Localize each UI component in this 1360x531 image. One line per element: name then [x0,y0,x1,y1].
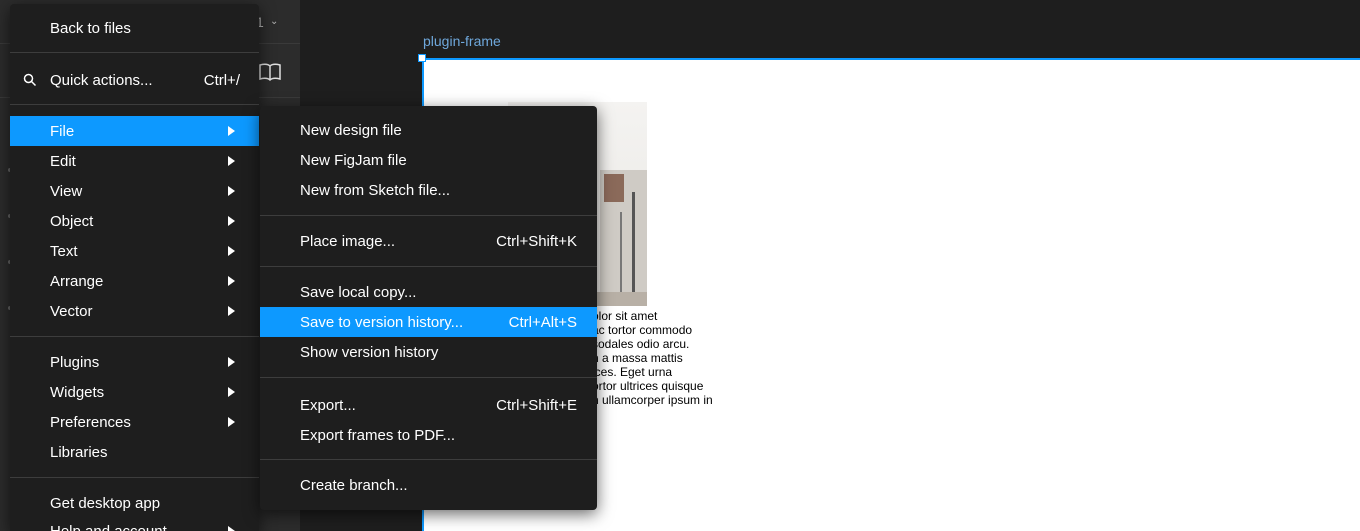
menu-item-view[interactable]: View [10,176,259,206]
frame-label[interactable]: plugin-frame [423,33,501,49]
shortcut-label: Ctrl+Alt+S [508,313,577,331]
menu-item-label: Text [50,242,78,260]
file-submenu: New design file New FigJam file New from… [260,106,597,510]
menu-item-libraries[interactable]: Libraries [10,437,259,467]
menu-separator [10,336,259,337]
search-icon [23,73,37,87]
menu-separator [260,215,597,216]
menu-item-label: Save local copy... [300,283,417,301]
submenu-arrow-icon [228,126,235,136]
menu-item-label: Place image... [300,232,396,250]
text-line: ices. Eget urna [592,365,673,379]
menu-item-label: New from Sketch file... [300,181,451,199]
export-item[interactable]: Export... Ctrl+Shift+E [260,390,597,420]
submenu-arrow-icon [228,246,235,256]
menu-item-label: Create branch... [300,476,408,494]
menu-item-label: Help and account [50,522,167,531]
resize-handle[interactable] [418,54,426,62]
new-from-sketch-item[interactable]: New from Sketch file... [260,175,597,205]
menu-item-label: Widgets [50,383,105,401]
menu-item-widgets[interactable]: Widgets [10,377,259,407]
submenu-arrow-icon [228,387,235,397]
menu-item-label: View [50,182,83,200]
main-menu: Back to files Quick actions... Ctrl+/ Fi… [10,4,259,531]
shortcut-label: Ctrl+Shift+E [496,396,577,414]
menu-item-label: Edit [50,152,76,170]
menu-item-label: Back to files [50,19,131,37]
quick-actions-item[interactable]: Quick actions... Ctrl+/ [10,65,259,95]
submenu-arrow-icon [228,357,235,367]
submenu-arrow-icon [228,216,235,226]
text-line: n ullamcorper ipsum in [592,393,713,407]
save-local-copy-item[interactable]: Save local copy... [260,277,597,307]
submenu-arrow-icon [228,306,235,316]
shortcut-label: Ctrl+/ [203,71,240,89]
menu-item-label: File [50,122,75,140]
menu-item-label: Preferences [50,413,131,431]
chevron-down-icon[interactable]: ⌄ [270,16,278,27]
menu-item-arrange[interactable]: Arrange [10,266,259,296]
menu-item-text[interactable]: Text [10,236,259,266]
menu-item-label: Quick actions... [50,71,153,89]
frame-body-text[interactable]: olor sit amet ac tortor commodo sodales … [592,309,732,407]
menu-item-label: Arrange [50,272,104,290]
menu-separator [10,104,259,105]
menu-item-label: New FigJam file [300,151,407,169]
menu-item-label: Libraries [50,443,108,461]
menu-item-label: Plugins [50,353,100,371]
help-and-account-item[interactable]: Help and account [10,516,259,531]
menu-item-label: Export frames to PDF... [300,426,456,444]
show-version-history-item[interactable]: Show version history [260,337,597,367]
book-icon[interactable] [259,63,281,81]
menu-separator [10,477,259,478]
text-line: sodales odio arcu. [592,337,690,351]
submenu-arrow-icon [228,156,235,166]
menu-item-edit[interactable]: Edit [10,146,259,176]
menu-separator [260,377,597,378]
menu-item-object[interactable]: Object [10,206,259,236]
new-figjam-file-item[interactable]: New FigJam file [260,145,597,175]
new-design-file-item[interactable]: New design file [260,115,597,145]
place-image-item[interactable]: Place image... Ctrl+Shift+K [260,226,597,256]
menu-separator [260,459,597,460]
menu-item-plugins[interactable]: Plugins [10,347,259,377]
menu-separator [260,266,597,267]
submenu-arrow-icon [228,417,235,427]
text-line: ac tortor commodo [592,323,693,337]
menu-item-vector[interactable]: Vector [10,296,259,326]
save-to-version-history-item[interactable]: Save to version history... Ctrl+Alt+S [260,307,597,337]
menu-item-label: New design file [300,121,402,139]
text-line: ortor ultrices quisque [592,379,704,393]
menu-item-label: Save to version history... [300,313,464,331]
shortcut-label: Ctrl+Shift+K [496,232,577,250]
menu-item-label: Get desktop app [50,494,161,512]
menu-item-preferences[interactable]: Preferences [10,407,259,437]
menu-item-label: Object [50,212,94,230]
menu-item-file[interactable]: File [10,116,259,146]
create-branch-item[interactable]: Create branch... [260,470,597,500]
text-line: olor sit amet [592,309,658,323]
text-line: n a massa mattis [592,351,683,365]
submenu-arrow-icon [228,526,235,531]
menu-item-label: Show version history [300,343,439,361]
submenu-arrow-icon [228,276,235,286]
submenu-arrow-icon [228,186,235,196]
menu-item-label: Vector [50,302,93,320]
back-to-files-item[interactable]: Back to files [10,13,259,43]
menu-item-label: Export... [300,396,356,414]
export-frames-pdf-item[interactable]: Export frames to PDF... [260,420,597,450]
menu-separator [10,52,259,53]
get-desktop-app-item[interactable]: Get desktop app [10,488,259,518]
